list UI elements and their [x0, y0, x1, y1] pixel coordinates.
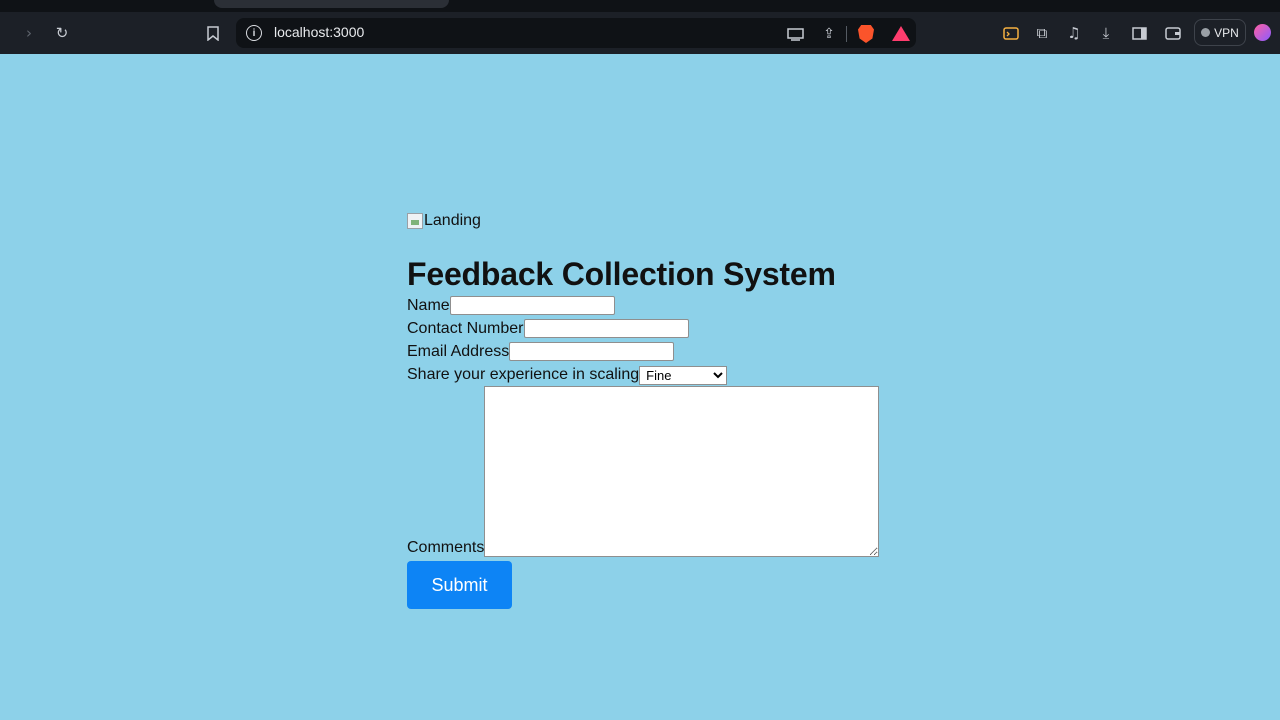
- leo-icon[interactable]: [1000, 22, 1022, 44]
- contact-label: Contact Number: [407, 319, 524, 337]
- brave-rewards-icon[interactable]: [892, 26, 910, 41]
- contact-row: Contact Number: [407, 317, 879, 340]
- vpn-button[interactable]: VPN: [1194, 19, 1246, 46]
- email-input[interactable]: [509, 342, 675, 361]
- page-title: Feedback Collection System: [407, 256, 836, 292]
- cast-icon[interactable]: [786, 25, 804, 43]
- omnibox-divider: [846, 26, 847, 42]
- wallet-icon[interactable]: [1162, 22, 1184, 44]
- name-row: Name: [407, 294, 879, 317]
- address-bar[interactable]: i localhost:3000 ⇪: [236, 18, 916, 48]
- forward-icon[interactable]: ›: [18, 22, 40, 44]
- landing-image: Landing: [407, 208, 879, 234]
- sidebar-icon[interactable]: [1128, 22, 1150, 44]
- broken-image-icon: [407, 213, 423, 229]
- name-input[interactable]: [449, 296, 615, 315]
- browser-toolbar: › ↻ i localhost:3000 ⇪ ⧉ ♫ ⤓ VPN: [0, 12, 1280, 54]
- vpn-label: VPN: [1214, 25, 1239, 40]
- share-icon[interactable]: ⇪: [820, 25, 838, 43]
- email-row: Email Address: [407, 340, 879, 363]
- profile-icon[interactable]: [1254, 24, 1271, 41]
- contact-number-input[interactable]: [523, 319, 689, 338]
- email-label: Email Address: [407, 342, 510, 360]
- experience-select[interactable]: Fine: [639, 366, 728, 385]
- media-icon[interactable]: ♫: [1063, 22, 1085, 44]
- reload-icon[interactable]: ↻: [51, 22, 73, 44]
- brave-shields-icon[interactable]: [858, 25, 874, 43]
- url-text[interactable]: localhost:3000: [274, 24, 364, 40]
- comments-label: Comments: [407, 539, 485, 556]
- name-label: Name: [407, 296, 450, 314]
- landing-image-alt: Landing: [424, 212, 481, 229]
- feedback-form-container: Landing Feedback Collection System Name …: [407, 208, 880, 609]
- experience-label: Share your experience in scaling: [407, 365, 640, 383]
- comments-row: Comments: [407, 386, 880, 557]
- site-info-icon[interactable]: i: [246, 25, 262, 41]
- tab-strip: [0, 0, 1280, 12]
- vpn-icon: [1201, 28, 1211, 37]
- bookmark-icon[interactable]: [202, 22, 224, 44]
- comments-textarea[interactable]: [484, 386, 880, 557]
- experience-row: Share your experience in scaling Fine: [407, 363, 879, 386]
- extensions-icon[interactable]: ⧉: [1031, 22, 1053, 44]
- submit-button[interactable]: Submit: [407, 561, 512, 609]
- downloads-icon[interactable]: ⤓: [1095, 22, 1117, 44]
- active-tab[interactable]: [214, 0, 449, 8]
